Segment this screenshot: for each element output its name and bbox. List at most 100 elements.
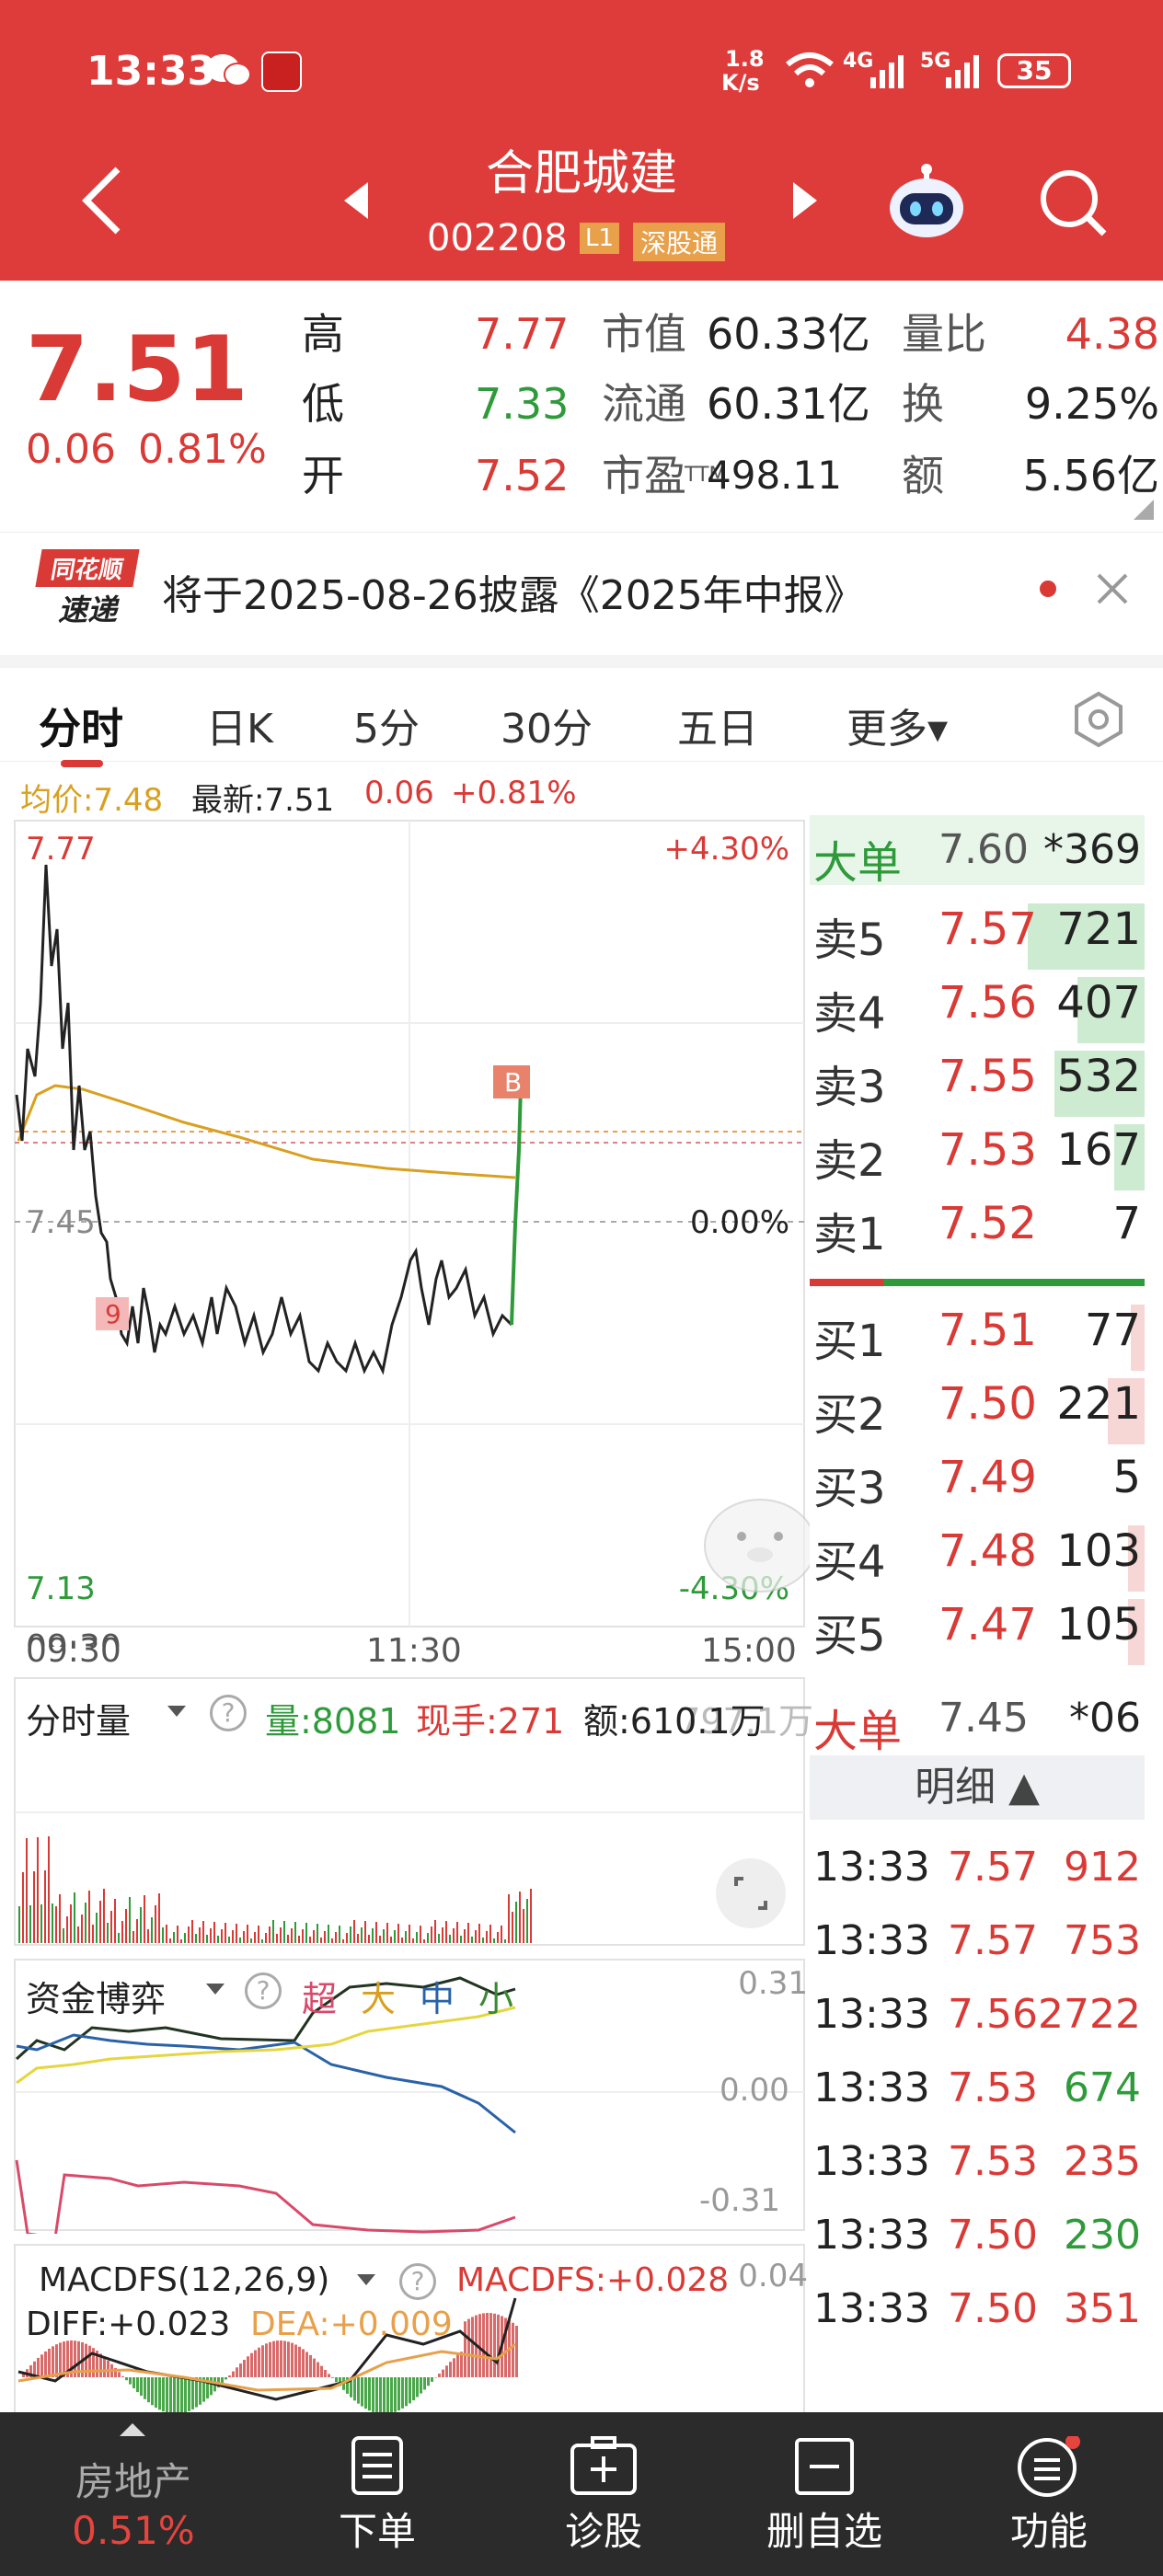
level-volume: 721 [1056, 903, 1141, 955]
settings-hexagon-icon[interactable] [1069, 690, 1128, 753]
ask-level[interactable]: 卖4 7.56 407 [810, 966, 1145, 1043]
macd-bar [184, 2377, 187, 2412]
trade-row: 13:33 7.50 230 [810, 2199, 1145, 2272]
volume-bar [258, 1926, 259, 1943]
level-label: 买4 [813, 1536, 886, 1588]
level-volume: 77 [1084, 1305, 1141, 1356]
notice-bar[interactable]: 同花顺 速递 将于2025-08-26披露《2025年中报》 [0, 532, 1163, 642]
next-stock-icon[interactable] [789, 180, 823, 224]
tab-more[interactable]: 更多▾ [846, 696, 948, 754]
close-icon[interactable] [1095, 571, 1130, 610]
wifi-icon [784, 52, 835, 94]
detail-header[interactable]: 明细 ▲ [810, 1755, 1145, 1820]
tab-5min[interactable]: 5分 [353, 696, 420, 754]
macd-bar [405, 2377, 408, 2407]
volume-bar [445, 1921, 447, 1943]
volume-bar [132, 1931, 134, 1943]
price-line-recent [510, 1085, 524, 1326]
search-icon[interactable] [1036, 166, 1110, 243]
mcap-label: 市值 [602, 309, 686, 359]
big-order-bottom: 大单 7.45 *06 [810, 1684, 1145, 1757]
robot-assistant-icon[interactable] [885, 162, 968, 243]
chevron-down-icon-3[interactable] [357, 2274, 375, 2285]
volume-bar [99, 1901, 101, 1943]
nav-order[interactable]: 下单 [285, 2412, 469, 2576]
volume-bar [151, 1917, 153, 1943]
macd-bar [173, 2377, 176, 2412]
volume-bar [456, 1922, 458, 1943]
level-price: 7.55 [938, 1051, 1037, 1102]
current-hand: 现手:271 [416, 1701, 565, 1742]
help-icon[interactable]: ? [210, 1695, 247, 1731]
bid-level[interactable]: 买3 7.49 5 [810, 1441, 1145, 1514]
macd-bar [155, 2377, 157, 2408]
volume-bar [475, 1930, 477, 1943]
tab-intraday[interactable]: 分时 [39, 696, 123, 756]
volume-bar [478, 1924, 480, 1943]
macd-bar [364, 2377, 367, 2409]
trade-row: 13:33 7.53 235 [810, 2125, 1145, 2199]
macd-bar [132, 2377, 135, 2388]
nav-function[interactable]: 功能 [957, 2412, 1141, 2576]
volume-bar [129, 1897, 131, 1943]
volume-selector[interactable]: 分时量 [26, 1693, 132, 1743]
chevron-down-icon[interactable] [167, 1706, 186, 1717]
intraday-price-chart[interactable]: B 9 7.77 7.45 7.13 +4.30% 0.00% -4.30% 0… [0, 819, 810, 1647]
trade-price: 7.53 [948, 2138, 1038, 2185]
volume-bar [261, 1939, 263, 1943]
trade-row: 13:33 7.56 2722 [810, 1978, 1145, 2052]
trade-time: 13:33 [813, 2285, 930, 2332]
bid-level[interactable]: 买2 7.50 221 [810, 1367, 1145, 1444]
ask-level[interactable]: 卖5 7.57 721 [810, 892, 1145, 970]
macd-bar [250, 2352, 253, 2377]
volume-bar [18, 1906, 20, 1943]
ask-level[interactable]: 卖2 7.53 167 [810, 1113, 1145, 1190]
volume-bar [177, 1926, 178, 1943]
volume-bar [438, 1934, 440, 1943]
volume-bar [324, 1931, 326, 1943]
price-change: 0.06 [26, 426, 116, 473]
volume-bar [390, 1937, 392, 1943]
macd-selector[interactable]: MACDFS(12,26,9) [39, 2261, 329, 2299]
level-label: 买2 [813, 1389, 886, 1441]
wechat-icon [204, 52, 252, 88]
nav-remove-watchlist[interactable]: 删自选 [732, 2412, 916, 2576]
macd-bar [361, 2377, 363, 2407]
level-volume: 167 [1056, 1124, 1141, 1176]
fund-selector[interactable]: 资金博弈 [26, 1971, 166, 2021]
volume-bar [232, 1930, 234, 1943]
sector-button[interactable]: 房地产 0.51% [37, 2412, 230, 2576]
quote-panel: 7.51 0.06 0.81% 高 7.77 低 7.33 开 7.52 市值 … [0, 281, 1163, 529]
tab-5day[interactable]: 五日 [677, 696, 758, 754]
tab-30min[interactable]: 30分 [501, 696, 593, 754]
nav-diagnose[interactable]: 诊股 [512, 2412, 696, 2576]
high-value: 7.77 [475, 309, 570, 359]
help-icon-2[interactable]: ? [245, 1972, 282, 2009]
macd-bar [313, 2358, 316, 2377]
volume-bar [59, 1894, 61, 1943]
chevron-down-icon-2[interactable] [206, 1984, 225, 1995]
macd-bar [375, 2377, 378, 2412]
mcap-value: 60.33亿 [707, 309, 870, 359]
expand-corner-icon[interactable] [1134, 500, 1154, 520]
volume-bar [283, 1921, 285, 1943]
volume-bar [44, 1870, 46, 1943]
super-large-line [15, 2159, 516, 2234]
bid-level[interactable]: 买4 7.48 103 [810, 1514, 1145, 1592]
macd-bar [368, 2377, 371, 2411]
ask-level[interactable]: 卖3 7.55 532 [810, 1040, 1145, 1117]
tab-daily-k[interactable]: 日K [206, 696, 273, 754]
trade-price: 7.56 [948, 1991, 1038, 2038]
volume-bar [125, 1909, 127, 1943]
ask-level[interactable]: 卖1 7.52 7 [810, 1187, 1145, 1260]
volume-bar [191, 1920, 193, 1943]
turn-label: 换 [902, 379, 944, 429]
bid-level[interactable]: 买5 7.47 105 [810, 1588, 1145, 1665]
macd-bar [453, 2358, 455, 2377]
diff-value: DIFF:+0.023 [26, 2306, 231, 2343]
bid-level[interactable]: 买1 7.51 77 [810, 1294, 1145, 1371]
volume-bar [372, 1928, 374, 1943]
dea-value: DEA:+0.009 [250, 2306, 453, 2343]
help-icon-3[interactable]: ? [399, 2263, 436, 2300]
fullscreen-button[interactable] [716, 1858, 786, 1928]
